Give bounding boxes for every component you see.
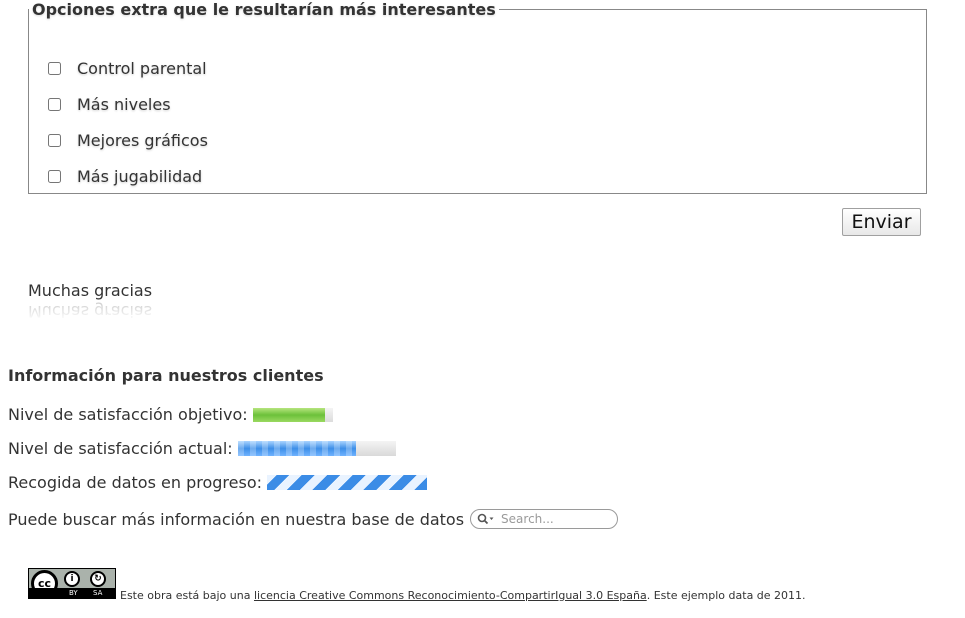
- extras-fieldset: Opciones extra que le resultarían más in…: [28, 0, 927, 194]
- search-input[interactable]: [501, 512, 612, 526]
- option-control-parental[interactable]: Control parental: [46, 56, 207, 80]
- current-satisfaction-label: Nivel de satisfacción actual:: [8, 439, 233, 458]
- page: Opciones extra que le resultarían más in…: [0, 0, 965, 618]
- attribution-icon: i: [64, 571, 80, 587]
- thanks-text: Muchas gracias: [28, 281, 153, 300]
- collecting-label: Recogida de datos en progreso:: [8, 473, 262, 492]
- badge-by: BY: [69, 589, 78, 597]
- collecting-row: Recogida de datos en progreso:: [8, 473, 427, 492]
- option-label: Mejores gráficos: [77, 130, 208, 150]
- thanks-reflection: Muchas gracias: [28, 302, 153, 321]
- search-row: Puede buscar más información en nuestra …: [8, 509, 619, 529]
- option-mas-niveles[interactable]: Más niveles: [46, 92, 171, 116]
- checkbox-mas-niveles[interactable]: [48, 97, 61, 111]
- target-satisfaction-label: Nivel de satisfacción objetivo:: [8, 405, 248, 424]
- option-label: Control parental: [77, 58, 207, 78]
- target-meter-fill: [252, 407, 325, 422]
- current-satisfaction-row: Nivel de satisfacción actual:: [8, 439, 396, 458]
- option-mas-jugabilidad[interactable]: Más jugabilidad: [46, 164, 202, 188]
- current-progress-fill: [237, 441, 357, 456]
- search-icon[interactable]: [477, 513, 497, 525]
- checkbox-control-parental[interactable]: [48, 61, 61, 75]
- submit-button[interactable]: Enviar: [842, 208, 921, 236]
- extras-legend: Opciones extra que le resultarían más in…: [32, 0, 496, 19]
- target-satisfaction-meter: [252, 407, 333, 422]
- option-label: Más jugabilidad: [77, 166, 203, 186]
- badge-strip: BY SA: [29, 588, 115, 598]
- target-satisfaction-row: Nivel de satisfacción objetivo:: [8, 405, 333, 424]
- share-alike-icon: ↻: [90, 571, 106, 587]
- checkbox-mas-jugabilidad[interactable]: [48, 169, 61, 183]
- search-label: Puede buscar más información en nuestra …: [8, 509, 465, 529]
- license-text: Este obra está bajo una licencia Creativ…: [120, 589, 806, 602]
- cc-license-badge[interactable]: cc i ↻ BY SA: [28, 568, 116, 599]
- badge-sa: SA: [93, 589, 103, 597]
- license-link[interactable]: licencia Creative Commons Reconocimiento…: [254, 589, 647, 602]
- current-satisfaction-progress: [237, 441, 396, 456]
- info-heading: Información para nuestros clientes: [8, 366, 324, 385]
- collecting-progress-indeterminate: [267, 475, 427, 490]
- option-mejores-graficos[interactable]: Mejores gráficos: [46, 128, 208, 152]
- checkbox-mejores-graficos[interactable]: [48, 133, 61, 147]
- license-text-before: Este obra está bajo una: [120, 589, 251, 602]
- search-box[interactable]: [470, 509, 619, 529]
- license-text-after: . Este ejemplo data de 2011.: [646, 589, 806, 602]
- option-label: Más niveles: [77, 94, 171, 114]
